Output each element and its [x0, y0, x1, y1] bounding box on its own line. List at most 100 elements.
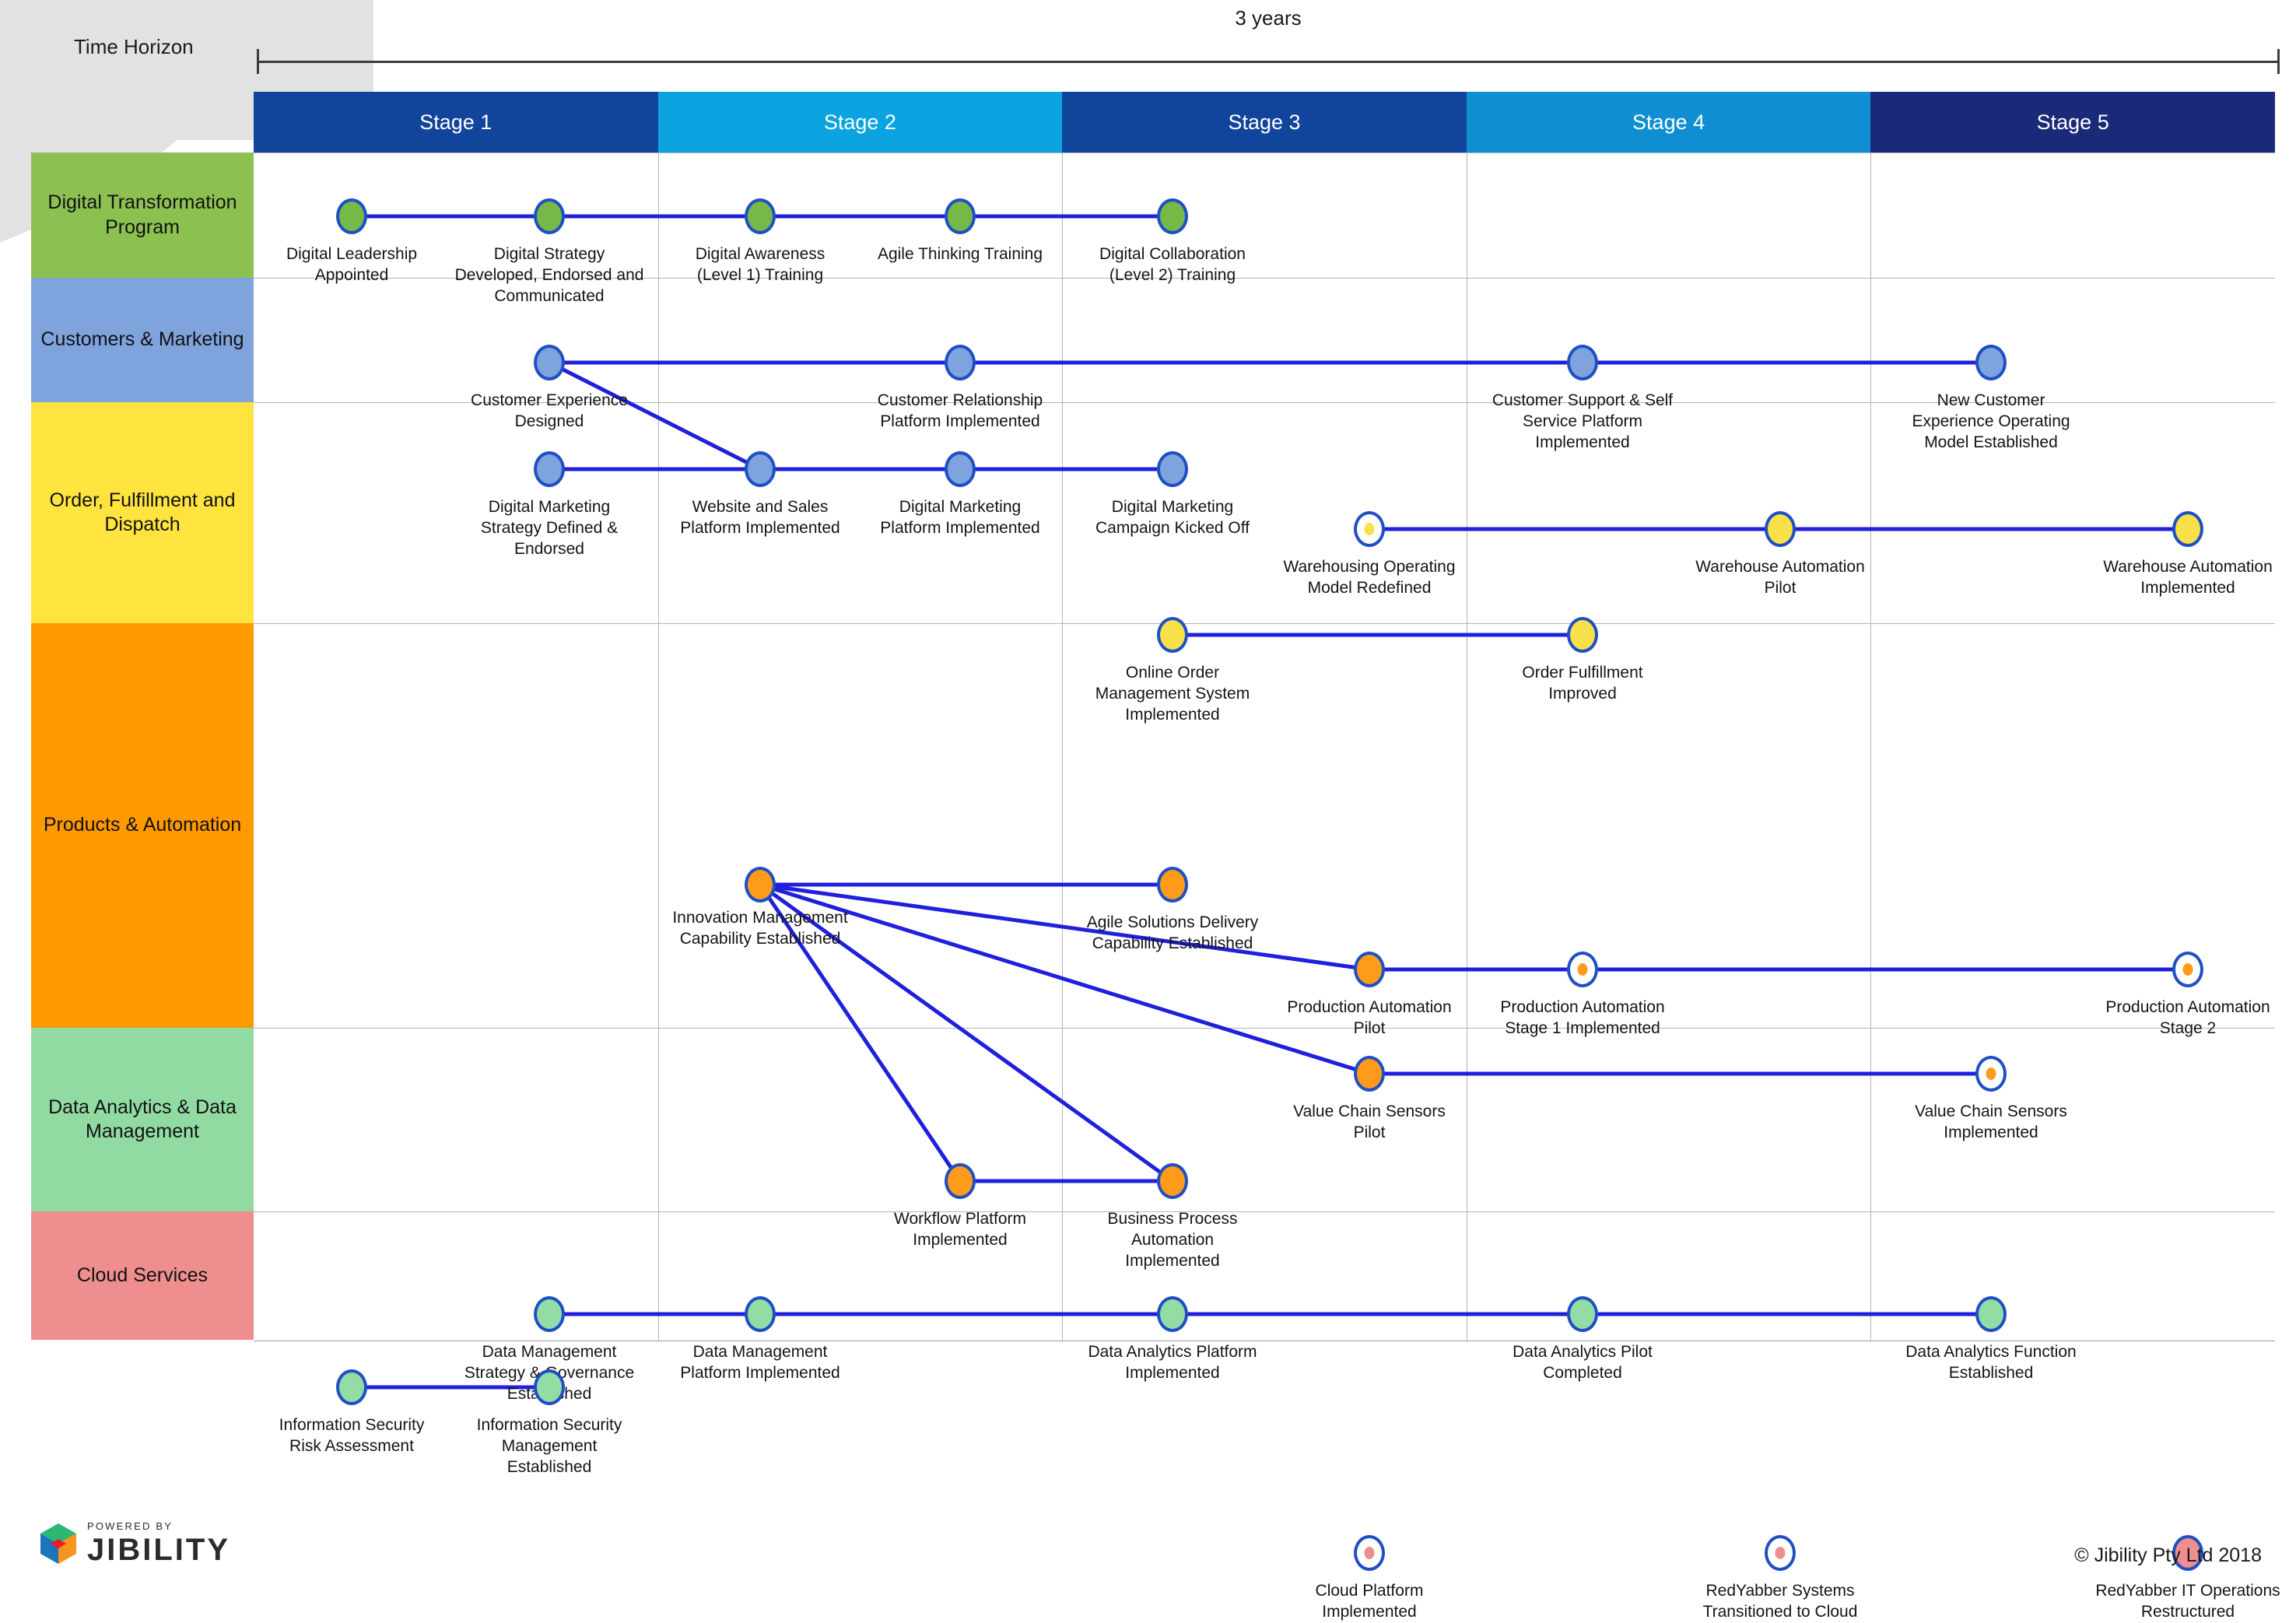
milestone-node[interactable] [745, 1296, 776, 1332]
milestone-node[interactable] [745, 867, 776, 903]
swimlane-band-2[interactable]: Order, Fulfillment and Dispatch [31, 402, 254, 623]
swimlane-label: Cloud Services [76, 1264, 209, 1286]
milestone-label: Data Analytics Pilot Completed [1513, 1343, 1653, 1382]
column-separator [657, 153, 659, 279]
swimlane-label: Customers & Marketing [40, 328, 244, 351]
milestone-node[interactable] [1157, 617, 1188, 653]
milestone-node[interactable] [1354, 1056, 1385, 1092]
stage-header-3[interactable]: Stage 3 [1062, 92, 1467, 152]
stage-header-1[interactable]: Stage 1 [254, 92, 658, 152]
milestone-node[interactable] [1157, 198, 1188, 234]
stage-header-label: Stage 4 [1632, 110, 1705, 134]
milestone-node[interactable] [945, 198, 976, 234]
milestone-node[interactable] [1975, 1056, 2007, 1092]
milestone-node[interactable] [1354, 952, 1385, 987]
swimlane-label: Digital Transformation Program [47, 191, 237, 238]
swimlane-band-3[interactable]: Products & Automation [31, 623, 254, 1028]
milestone-node[interactable] [534, 451, 565, 487]
milestone-label: Customer Relationship Platform Implement… [877, 391, 1043, 430]
milestone-label: Cloud Platform Implemented [1315, 1582, 1424, 1621]
milestone-label: Online Order Management System Implement… [1095, 664, 1250, 724]
milestone-node[interactable] [945, 345, 976, 380]
jibility-logo-text: POWERED BY JIBILITY [87, 1521, 230, 1565]
milestone-label: Production Automation Stage 1 Implemente… [1500, 998, 1665, 1037]
column-separator [1062, 1212, 1064, 1341]
stage-header-2[interactable]: Stage 2 [657, 92, 1063, 152]
milestone-node[interactable] [745, 451, 776, 487]
milestone-inner-dot [1364, 523, 1375, 535]
column-separator [1870, 1029, 1872, 1212]
milestone-node[interactable] [1765, 1535, 1796, 1571]
powered-by-label: POWERED BY [87, 1520, 174, 1532]
brand-name: JIBILITY [87, 1533, 231, 1567]
time-axis [257, 49, 2280, 74]
milestone-label: New Customer Experience Operating Model … [1912, 391, 2070, 451]
milestone-node[interactable] [1567, 952, 1598, 987]
swimlane-band-0[interactable]: Digital Transformation Program [31, 152, 254, 278]
column-separator [1062, 279, 1064, 403]
milestone-label: Innovation Management Capability Establi… [672, 909, 848, 948]
milestone-node[interactable] [2172, 511, 2203, 547]
milestone-node[interactable] [2172, 952, 2203, 987]
copyright-notice: © Jibility Pty Ltd 2018 [2074, 1544, 2262, 1566]
milestone-label: Customer Experience Designed [471, 391, 628, 430]
milestone-node[interactable] [1567, 345, 1598, 380]
swimlane-label: Data Analytics & Data Management [48, 1095, 237, 1142]
milestone-node[interactable] [1354, 1535, 1385, 1571]
milestone-node[interactable] [945, 451, 976, 487]
milestone-label: Agile Solutions Delivery Capability Esta… [1086, 913, 1259, 952]
milestone-node[interactable] [336, 1369, 367, 1405]
time-axis-end-tick [2277, 49, 2280, 74]
milestone-node[interactable] [534, 198, 565, 234]
milestone-label: Workflow Platform Implemented [894, 1210, 1026, 1249]
milestone-label: Digital Marketing Campaign Kicked Off [1095, 498, 1250, 537]
column-separator [1062, 624, 1064, 1029]
milestone-node[interactable] [945, 1163, 976, 1199]
milestone-label: Warehouse Automation Pilot [1695, 558, 1865, 597]
stage-header-label: Stage 5 [2036, 110, 2109, 134]
milestone-node[interactable] [1567, 617, 1598, 653]
swimlane-label: Order, Fulfillment and Dispatch [49, 489, 236, 535]
milestone-node[interactable] [1354, 511, 1385, 547]
milestone-node[interactable] [1975, 1296, 2007, 1332]
milestone-node[interactable] [1157, 1296, 1188, 1332]
jibility-logo: POWERED BY JIBILITY [40, 1521, 230, 1565]
milestone-inner-dot [1364, 1547, 1375, 1559]
milestone-node[interactable] [534, 345, 565, 380]
milestone-label: Production Automation Pilot [1287, 998, 1452, 1037]
milestone-label: Digital Strategy Developed, Endorsed and… [454, 245, 644, 305]
milestone-label: Warehousing Operating Model Redefined [1283, 558, 1456, 597]
milestone-node[interactable] [534, 1296, 565, 1332]
milestone-node[interactable] [1975, 345, 2007, 380]
milestone-node[interactable] [534, 1369, 565, 1405]
column-separator [657, 1212, 659, 1341]
milestone-node[interactable] [1157, 867, 1188, 903]
stage-header-5[interactable]: Stage 5 [1870, 92, 2275, 152]
milestone-node[interactable] [1567, 1296, 1598, 1332]
milestone-label: RedYabber IT Operations Restructured [2095, 1582, 2280, 1621]
milestone-label: Digital Marketing Strategy Defined & End… [480, 498, 619, 558]
swimlane-band-1[interactable]: Customers & Marketing [31, 278, 254, 402]
milestone-node[interactable] [336, 198, 367, 234]
milestone-label: Value Chain Sensors Pilot [1293, 1102, 1446, 1141]
swimlane-band-4[interactable]: Data Analytics & Data Management [31, 1028, 254, 1211]
column-separator [1062, 1029, 1064, 1212]
roadmap-board: Stage 1 Stage 2 Stage 3 Stage 4 Stage 5 Digi… [0, 92, 2296, 1621]
swimlane-cells-3 [254, 623, 2275, 1029]
milestone-node[interactable] [1765, 511, 1796, 547]
column-separator [1870, 1212, 1872, 1341]
column-separator [1870, 624, 1872, 1029]
milestone-label: Digital Collaboration (Level 2) Training [1099, 245, 1246, 284]
milestone-label: Data Analytics Platform Implemented [1088, 1343, 1257, 1382]
milestone-label: Production Automation Stage 2 [2105, 998, 2270, 1037]
milestone-label: Data Analytics Function Established [1905, 1343, 2077, 1382]
milestone-inner-dot [1577, 963, 1588, 976]
milestone-node[interactable] [1157, 1163, 1188, 1199]
swimlane-band-5[interactable]: Cloud Services [31, 1211, 254, 1340]
milestone-node[interactable] [1157, 451, 1188, 487]
column-separator [657, 403, 659, 624]
stage-header-4[interactable]: Stage 4 [1466, 92, 1871, 152]
stage-header-label: Stage 1 [419, 110, 493, 134]
column-separator [657, 279, 659, 403]
milestone-node[interactable] [745, 198, 776, 234]
